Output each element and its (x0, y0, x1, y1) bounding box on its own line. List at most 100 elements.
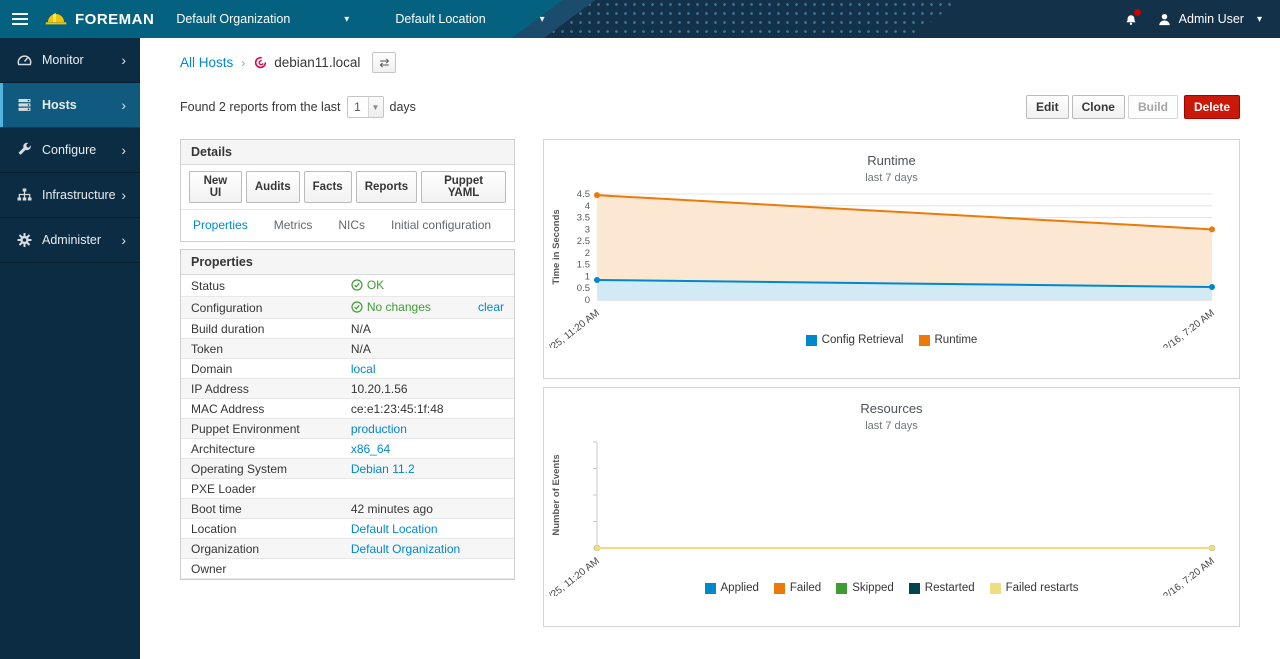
property-row-puppet-environment: Puppet Environment production (181, 419, 514, 439)
chevron-right-icon: › (121, 187, 126, 203)
foreman-logo[interactable]: FOREMAN (44, 10, 154, 28)
clear-link[interactable]: clear (478, 300, 504, 314)
breadcrumb-separator: › (241, 56, 245, 70)
sidebar-item-administer[interactable]: Administer › (0, 218, 140, 263)
details-panel-title: Details (181, 140, 514, 165)
resources-chart-panel: Resources last 7 days Number of Events11… (543, 387, 1240, 627)
runtime-chart: 00.511.522.533.544.5Time in Seconds11/25… (544, 186, 1239, 346)
details-button-new-ui[interactable]: New UI (189, 171, 242, 203)
status-ok-value: No changes (351, 300, 431, 314)
legend-label: Skipped (852, 582, 894, 594)
property-row-status: StatusOK (181, 275, 514, 297)
host-actions: Edit Clone Build Delete (1026, 95, 1240, 119)
property-value-link[interactable]: Default Location (351, 522, 438, 536)
runtime-chart-subtitle: last 7 days (544, 172, 1239, 184)
legend-label: Failed restarts (1006, 582, 1079, 594)
host-name: debian11.local (274, 55, 360, 70)
property-value-link[interactable]: production (351, 422, 407, 436)
hardhat-icon (44, 10, 68, 28)
sidebar-item-hosts[interactable]: Hosts› (0, 83, 140, 128)
tab-initial-configuration[interactable]: Initial configuration (391, 218, 491, 232)
details-button-reports[interactable]: Reports (356, 171, 417, 203)
tab-nics[interactable]: NICs (338, 218, 365, 232)
runtime-chart-panel: Runtime last 7 days 00.511.522.533.544.5… (543, 139, 1240, 379)
clone-button[interactable]: Clone (1072, 95, 1125, 119)
property-label: Build duration (181, 319, 341, 339)
property-value-link[interactable]: Default Organization (351, 542, 460, 556)
property-label: Domain (181, 359, 341, 379)
legend-label: Failed (790, 582, 821, 594)
property-row-owner: Owner (181, 559, 514, 579)
sidebar-item-label: Infrastructure (42, 188, 116, 202)
property-label: MAC Address (181, 399, 341, 419)
gauge-icon (16, 52, 33, 68)
tab-metrics[interactable]: Metrics (274, 218, 313, 232)
details-button-audits[interactable]: Audits (246, 171, 300, 203)
details-tabs: Properties Metrics NICs Initial configurati… (181, 210, 514, 241)
property-value: N/A (351, 342, 371, 356)
details-button-facts[interactable]: Facts (304, 171, 352, 203)
property-row-build-duration: Build duration N/A (181, 319, 514, 339)
location-switcher[interactable]: Default Location ▾ (395, 12, 544, 26)
runtime-chart-legend: Config RetrievalRuntime (544, 334, 1239, 346)
property-value-link[interactable]: local (351, 362, 376, 376)
edit-button[interactable]: Edit (1026, 95, 1069, 119)
chevron-down-icon: ▾ (540, 14, 545, 25)
build-button: Build (1128, 95, 1178, 119)
organization-switcher[interactable]: Default Organization ▾ (176, 12, 349, 26)
chevron-right-icon: › (121, 52, 126, 68)
property-value-link[interactable]: x86_64 (351, 442, 390, 456)
svg-text:1: 1 (585, 271, 590, 282)
user-menu[interactable]: Admin User ▾ (1157, 12, 1262, 27)
reports-found-text: Found 2 reports from the last (180, 100, 341, 114)
chevron-down-icon: ▼ (368, 97, 383, 117)
svg-text:1.5: 1.5 (577, 260, 590, 271)
days-select[interactable]: 1 ▼ (347, 96, 384, 118)
tab-properties[interactable]: Properties (193, 218, 248, 232)
legend-swatch (806, 335, 817, 346)
property-label: Configuration (181, 297, 341, 319)
property-row-operating-system: Operating SystemDebian 11.2 (181, 459, 514, 479)
property-row-pxe-loader: PXE Loader (181, 479, 514, 499)
sidebar-item-label: Configure (42, 143, 96, 157)
breadcrumb-current-host: debian11.local (253, 55, 360, 70)
property-value: 42 minutes ago (351, 502, 433, 516)
properties-panel-title: Properties (181, 250, 514, 275)
property-label: Organization (181, 539, 341, 559)
property-value: N/A (351, 322, 371, 336)
menu-toggle-button[interactable] (0, 0, 40, 38)
details-button-puppet-yaml[interactable]: Puppet YAML (421, 171, 506, 203)
status-ok-value: OK (351, 278, 384, 292)
notifications-button[interactable] (1123, 11, 1139, 27)
property-value-link[interactable]: Debian 11.2 (351, 462, 415, 476)
property-row-domain: Domain local (181, 359, 514, 379)
legend-swatch (919, 335, 930, 346)
property-row-ip-address: IP Address10.20.1.56 (181, 379, 514, 399)
legend-swatch (909, 583, 920, 594)
chevron-right-icon: › (121, 232, 126, 248)
legend-swatch (774, 583, 785, 594)
property-label: Owner (181, 559, 341, 579)
switch-host-icon: ⇄ (379, 56, 389, 70)
sidebar-item-monitor[interactable]: Monitor › (0, 38, 140, 83)
legend-swatch (705, 583, 716, 594)
breadcrumb-all-hosts-link[interactable]: All Hosts (180, 55, 233, 70)
sidebar-item-label: Administer (42, 233, 101, 247)
switch-host-button[interactable]: ⇄ (372, 52, 396, 73)
resources-chart-legend: AppliedFailedSkippedRestartedFailed rest… (544, 582, 1239, 594)
sidebar-item-configure[interactable]: Configure › (0, 128, 140, 173)
sidebar-item-label: Monitor (42, 53, 84, 67)
property-label: Puppet Environment (181, 419, 341, 439)
resources-chart-title: Resources (544, 401, 1239, 416)
reports-filter-bar: Found 2 reports from the last 1 ▼ days E… (180, 95, 1240, 119)
chevron-right-icon: › (121, 142, 126, 158)
legend-item-skipped: Skipped (836, 582, 894, 594)
svg-text:2: 2 (585, 248, 590, 259)
property-row-mac-address: MAC Addressce:e1:23:45:1f:48 (181, 399, 514, 419)
legend-item-restarted: Restarted (909, 582, 975, 594)
delete-button[interactable]: Delete (1184, 95, 1240, 119)
legend-swatch (990, 583, 1001, 594)
svg-text:4: 4 (585, 201, 590, 212)
legend-item-runtime: Runtime (919, 334, 978, 346)
sidebar-item-infrastructure[interactable]: Infrastructure › (0, 173, 140, 218)
